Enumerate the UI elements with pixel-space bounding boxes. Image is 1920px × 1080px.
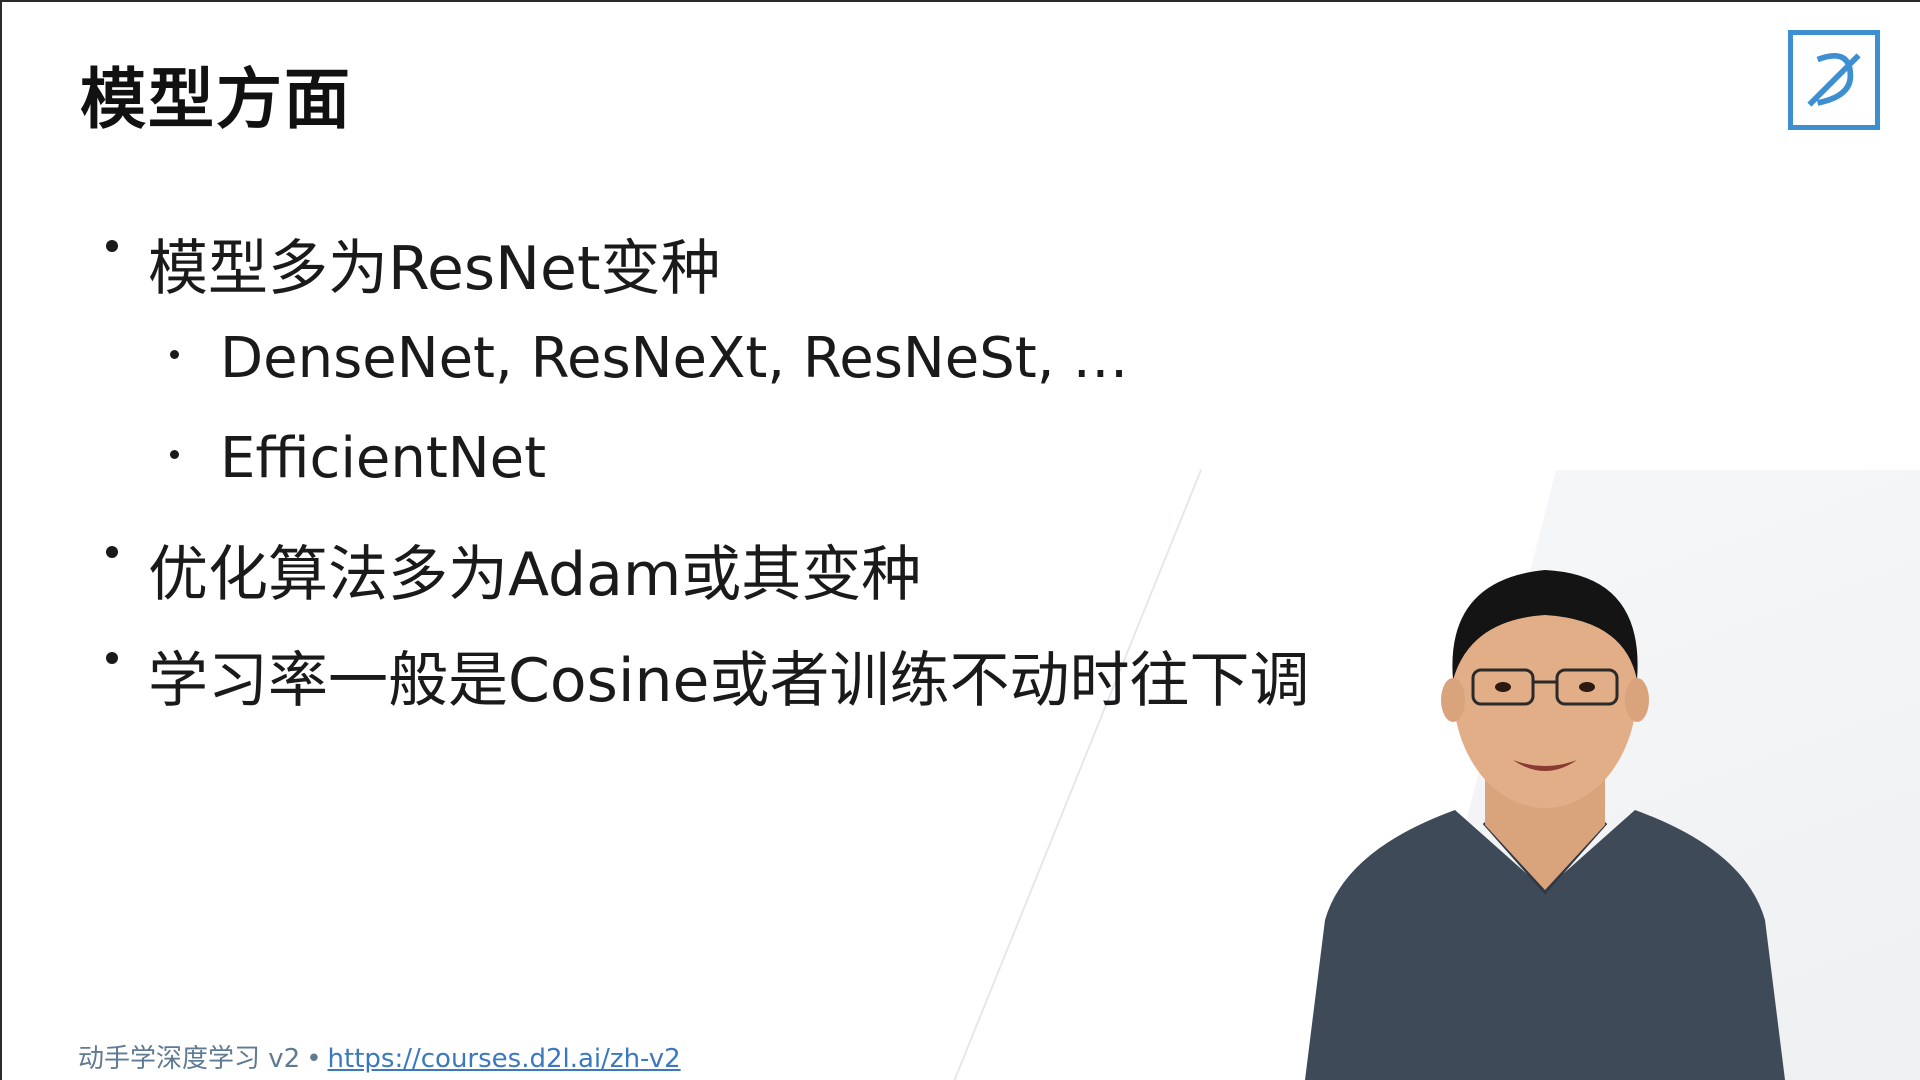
sub-bullet-item: EfficientNet (100, 426, 1400, 526)
sub-bullet-text: EfficientNet (220, 426, 547, 491)
bullet-text: 模型多为ResNet变种 (148, 234, 721, 304)
bullet-item: 优化算法多为Adam或其变种 (100, 526, 1400, 632)
slide-footer: 动手学深度学习 v2 • https://courses.d2l.ai/zh-v2 (78, 1038, 681, 1075)
slide-top-border (0, 0, 1920, 2)
footer-course-link[interactable]: https://courses.d2l.ai/zh-v2 (328, 1044, 681, 1074)
bullet-item: 模型多为ResNet变种 (100, 220, 1400, 326)
watermark (1520, 30, 1880, 140)
footer-separator: • (306, 1044, 322, 1074)
bullet-text: 优化算法多为Adam或其变种 (148, 540, 922, 610)
bullet-dot-icon (106, 546, 118, 558)
bullet-text: 学习率一般是Cosine或者训练不动时往下调 (148, 646, 1310, 716)
bullet-list: 模型多为ResNet变种 DenseNet, ResNeXt, ResNeSt,… (100, 220, 1400, 738)
sub-bullet-item: DenseNet, ResNeXt, ResNeSt, … (100, 326, 1400, 426)
slide-title: 模型方面 (80, 61, 352, 138)
slide: 模型方面 模型多为ResNet变种 DenseNet, ResNeXt, Res… (0, 0, 1920, 1080)
bullet-dot-icon (170, 450, 179, 459)
sub-bullet-text: DenseNet, ResNeXt, ResNeSt, … (220, 326, 1129, 391)
bullet-dot-icon (106, 652, 118, 664)
bullet-dot-icon (106, 240, 118, 252)
bullet-item: 学习率一般是Cosine或者训练不动时往下调 (100, 632, 1400, 738)
presenter-video (1305, 570, 1785, 1080)
slide-left-border (0, 0, 2, 1080)
bullet-dot-icon (170, 350, 179, 359)
d2l-logo-icon (1788, 30, 1880, 130)
footer-course-name: 动手学深度学习 v2 (78, 1044, 301, 1074)
